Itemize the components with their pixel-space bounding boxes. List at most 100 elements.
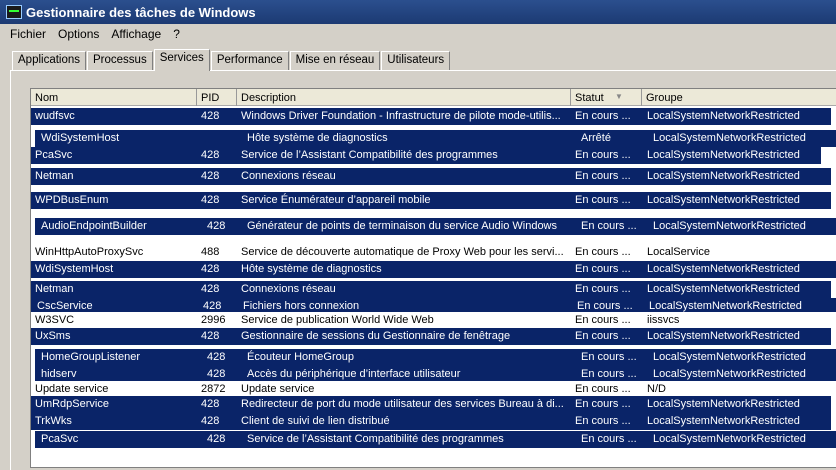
cell-status: En cours ...: [575, 330, 631, 342]
tab-utilisateurs[interactable]: Utilisateurs: [381, 51, 451, 70]
cell-name: HomeGroupListener: [41, 351, 141, 363]
cell-pid: 428: [207, 220, 226, 232]
table-row[interactable]: WinHttpAutoProxySvc 488 Service de découve…: [31, 244, 836, 261]
title-bar: Gestionnaire des tâches de Windows: [0, 0, 836, 24]
tab-applications[interactable]: Applications: [12, 51, 87, 70]
menu-fichier[interactable]: Fichier: [10, 27, 46, 41]
tab-strip: Applications Processus Services Performa…: [12, 49, 451, 71]
cell-pid: 2872: [201, 383, 226, 395]
cell-pid: 428: [207, 351, 226, 363]
cell-pid: 428: [207, 368, 226, 380]
cell-status: En cours ...: [575, 314, 631, 326]
tab-services[interactable]: Services: [153, 49, 210, 71]
cell-group: LocalSystemNetworkRestricted: [647, 110, 800, 122]
column-header-groupe[interactable]: Groupe: [642, 89, 836, 106]
cell-pid: 428: [201, 194, 220, 206]
table-row[interactable]: PcaSvc 428 Service de l’Assistant Compatib…: [31, 147, 821, 164]
cell-name: Update service: [35, 383, 109, 395]
cell-pid: 428: [201, 170, 220, 182]
cell-name: TrkWks: [35, 415, 72, 427]
cell-pid: 428: [201, 110, 220, 122]
cell-group: LocalSystemNetworkRestricted: [647, 170, 800, 182]
table-row[interactable]: UxSms 428 Gestionnaire de sessions du Gest…: [31, 328, 831, 345]
cell-description: Fichiers hors connexion: [243, 300, 360, 312]
cell-group: LocalSystemNetworkRestricted: [647, 263, 800, 275]
cell-group: LocalSystemNetworkRestricted: [647, 283, 800, 295]
cell-description: Service de découverte automatique de Pro…: [241, 246, 564, 258]
cell-status: En cours ...: [575, 194, 631, 206]
table-row[interactable]: WdiSystemHost Hôte système de diagnostics…: [35, 130, 836, 147]
column-header-pid[interactable]: PID: [197, 89, 237, 106]
cell-group: N/D: [647, 383, 666, 395]
cell-status: En cours ...: [575, 283, 631, 295]
table-row[interactable]: AudioEndpointBuilder 428 Générateur de poi…: [35, 218, 836, 235]
table-row[interactable]: TrkWks 428 Client de suivi de lien distrib…: [31, 413, 831, 430]
cell-pid: 488: [201, 246, 220, 258]
table-row[interactable]: UmRdpService 428 Redirecteur de port du mo…: [31, 396, 831, 413]
cell-name: WdiSystemHost: [35, 263, 114, 275]
cell-description: Connexions réseau: [241, 283, 336, 295]
cell-name: WdiSystemHost: [41, 132, 120, 144]
cell-name: WinHttpAutoProxySvc: [35, 246, 144, 258]
menu-options[interactable]: Options: [58, 27, 99, 41]
cell-group: LocalSystemNetworkRestricted: [653, 220, 806, 232]
cell-name: AudioEndpointBuilder: [41, 220, 147, 232]
cell-status: En cours ...: [577, 300, 633, 312]
list-header: Nom PID Description Statut ▼ Groupe: [31, 89, 836, 106]
cell-name: UxSms: [35, 330, 71, 342]
cell-pid: 428: [201, 330, 220, 342]
tab-mise-en-reseau[interactable]: Mise en réseau: [289, 51, 381, 70]
cell-description: Accès du périphérique d’interface utilis…: [247, 368, 461, 380]
tab-processus[interactable]: Processus: [87, 51, 153, 70]
cell-status: En cours ...: [575, 110, 631, 122]
menu-affichage[interactable]: Affichage: [111, 27, 161, 41]
cell-pid: 428: [201, 415, 220, 427]
cell-description: Générateur de points de terminaison du s…: [247, 220, 558, 232]
table-row[interactable]: WdiSystemHost 428 Hôte système de diagnost…: [31, 261, 836, 278]
cell-pid: 428: [201, 263, 220, 275]
task-manager-icon: [6, 5, 22, 19]
cell-pid: 428: [201, 398, 220, 410]
cell-pid: 428: [207, 433, 226, 445]
cell-name: PcaSvc: [41, 433, 79, 445]
menu-help[interactable]: ?: [173, 27, 180, 41]
table-row[interactable]: PcaSvc 428 Service de l’Assistant Compatib…: [35, 431, 836, 448]
cell-name: UmRdpService: [35, 398, 109, 410]
cell-description: Service Énumérateur d’appareil mobile: [241, 194, 431, 206]
sort-desc-icon: ▼: [615, 92, 623, 101]
cell-description: Redirecteur de port du mode utilisateur …: [241, 398, 564, 410]
cell-name: PcaSvc: [35, 149, 73, 161]
table-row[interactable]: Netman 428 Connexions réseau En cours ... Lo…: [31, 281, 831, 298]
cell-description: Service de l’Assistant Compatibilité des…: [241, 149, 498, 161]
cell-status: En cours ...: [581, 433, 637, 445]
table-row[interactable]: W3SVC 2996 Service de publication World Wi…: [31, 312, 836, 329]
statut-label: Statut: [575, 92, 604, 104]
cell-group: LocalSystemNetworkRestricted: [647, 149, 800, 161]
cell-group: LocalService: [647, 246, 710, 258]
cell-group: LocalSystemNetworkRestricted: [653, 132, 806, 144]
table-row[interactable]: WPDBusEnum 428 Service Énumérateur d’appar…: [31, 192, 831, 209]
tab-performance[interactable]: Performance: [210, 51, 289, 70]
services-list[interactable]: Nom PID Description Statut ▼ Groupe wudfs…: [30, 88, 836, 468]
cell-description: Gestionnaire de sessions du Gestionnaire…: [241, 330, 511, 342]
cell-group: LocalSystemNetworkRestricted: [647, 194, 800, 206]
table-row[interactable]: wudfsvc 428 Windows Driver Foundation - In…: [31, 108, 831, 125]
cell-name: CscService: [37, 300, 93, 312]
cell-status: En cours ...: [575, 415, 631, 427]
cell-name: Netman: [35, 283, 74, 295]
cell-name: hidserv: [41, 368, 77, 380]
menu-bar: Fichier Options Affichage ?: [0, 24, 836, 44]
cell-group: iissvcs: [647, 314, 680, 326]
column-header-statut[interactable]: Statut ▼: [571, 89, 642, 106]
cell-description: Connexions réseau: [241, 170, 336, 182]
column-header-description[interactable]: Description: [237, 89, 571, 106]
cell-pid: 2996: [201, 314, 226, 326]
table-row[interactable]: HomeGroupListener 428 Écouteur HomeGroup En…: [35, 349, 836, 366]
cell-group: LocalSystemNetworkRestricted: [653, 368, 806, 380]
column-header-nom[interactable]: Nom: [31, 89, 197, 106]
table-row[interactable]: Netman 428 Connexions réseau En cours ... Lo…: [31, 168, 831, 185]
cell-group: LocalSystemNetworkRestricted: [653, 351, 806, 363]
window-title: Gestionnaire des tâches de Windows: [26, 4, 256, 20]
cell-status: En cours ...: [575, 263, 631, 275]
cell-status: En cours ...: [575, 246, 631, 258]
